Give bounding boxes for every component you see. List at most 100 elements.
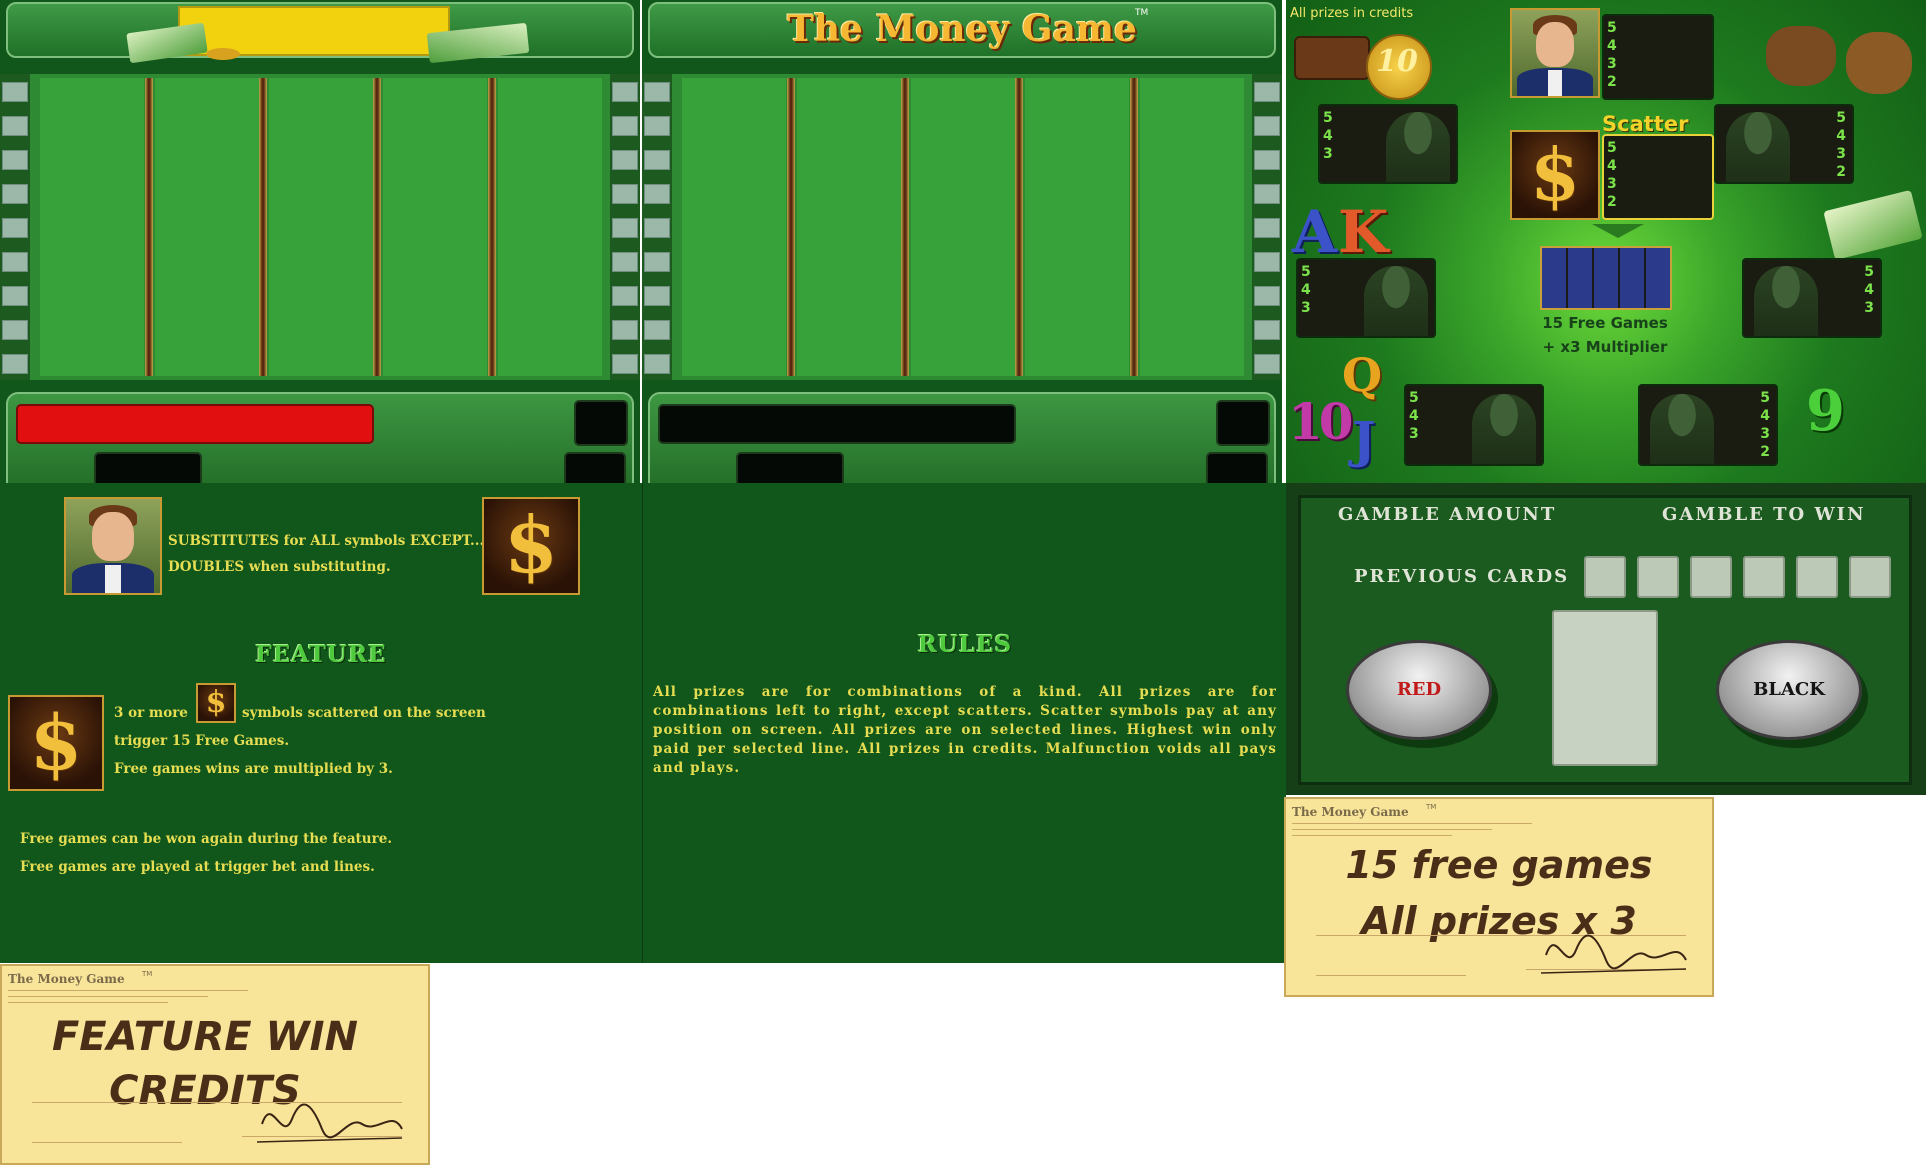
gamble-to-win-label: GAMBLE TO WIN xyxy=(1662,504,1866,525)
slot-panel-left xyxy=(0,0,640,483)
man-silhouette-icon xyxy=(1364,266,1428,336)
letter-j-icon: J xyxy=(1352,410,1376,469)
doubles-text: DOUBLES when substituting. xyxy=(168,559,391,575)
display-box xyxy=(658,404,1016,444)
cash-stack-icon xyxy=(126,22,208,64)
reel-5 xyxy=(498,78,602,376)
free-games-text: 15 Free Games xyxy=(1542,314,1668,332)
gamble-amount-label: GAMBLE AMOUNT xyxy=(1338,504,1557,525)
dollar-bag-icon xyxy=(1846,32,1912,94)
reel-1 xyxy=(40,78,144,376)
slot-panel-right: The Money Game TM xyxy=(642,0,1282,483)
reel-separator xyxy=(1130,78,1138,376)
win-meter xyxy=(16,404,374,444)
trademark-mark: TM xyxy=(1426,803,1437,811)
black-button[interactable]: BLACK xyxy=(1716,640,1862,740)
previous-card-slot xyxy=(1690,556,1732,598)
top-bar-title: The Money Game TM xyxy=(648,2,1276,58)
top-bar-left xyxy=(6,2,634,64)
bottom-bar-right xyxy=(648,392,1276,483)
reel-separator xyxy=(145,78,153,376)
letter-nine-icon: 9 xyxy=(1806,378,1845,444)
red-button[interactable]: RED xyxy=(1346,640,1492,740)
pay-box-left-bottom: 543 xyxy=(1404,384,1544,466)
reel-5 xyxy=(1140,78,1244,376)
feature-text-a: 3 or more xyxy=(114,705,188,721)
trademark-mark: TM xyxy=(1135,8,1149,18)
wallet-icon xyxy=(1294,36,1370,80)
reel-separator xyxy=(373,78,381,376)
dollar-small-icon: $ xyxy=(196,683,236,723)
feature-text-b: symbols scattered on the screen xyxy=(242,705,486,721)
trademark-mark: TM xyxy=(142,970,153,978)
reel-4 xyxy=(383,78,487,376)
display-box xyxy=(1206,452,1268,483)
free-games-card: The Money Game TM 15 free games All priz… xyxy=(1284,797,1714,997)
reel-2 xyxy=(155,78,259,376)
gold-coins-icon xyxy=(206,48,240,60)
signature-icon xyxy=(256,1103,403,1143)
letter-k-icon: K xyxy=(1338,198,1389,266)
reel-2 xyxy=(797,78,901,376)
display-box xyxy=(94,452,202,483)
display-box xyxy=(736,452,844,483)
display-box xyxy=(564,452,626,483)
feature-text-e: Free games can be won again during the f… xyxy=(20,831,393,847)
feature-win-card: The Money Game TM FEATURE WIN CREDITS xyxy=(0,964,430,1165)
feature-info-panel: SUBSTITUTES for ALL symbols EXCEPT... DO… xyxy=(0,483,642,963)
bottom-bar-left xyxy=(6,392,634,483)
arrow-down-icon xyxy=(1592,224,1644,238)
pay-box-right-mid: 543 xyxy=(1742,258,1882,338)
reel-separator xyxy=(488,78,496,376)
pay-box-right-bottom: 5432 xyxy=(1638,384,1778,466)
pay-box-right-top: 5432 xyxy=(1714,104,1854,184)
letter-a-icon: A xyxy=(1292,198,1338,266)
display-box xyxy=(574,400,628,446)
paytable: All prizes in credits 10 5 4 3 2 Scatter… xyxy=(1286,0,1926,483)
cash-bundle-icon xyxy=(1823,189,1923,261)
man-pay-box: 5 4 3 2 xyxy=(1602,14,1714,100)
rules-panel: RULES All prizes are for combinations of… xyxy=(642,483,1286,963)
previous-card-slot xyxy=(1849,556,1891,598)
prizes-note: All prizes in credits xyxy=(1290,6,1414,21)
man-silhouette-icon xyxy=(1726,112,1790,182)
reel-separator xyxy=(1015,78,1023,376)
previous-cards-label: PREVIOUS CARDS xyxy=(1354,566,1570,587)
dollar-scatter-icon: $ xyxy=(8,695,104,791)
previous-card-slot xyxy=(1796,556,1838,598)
feature-heading: FEATURE xyxy=(255,641,387,668)
previous-card-slot xyxy=(1743,556,1785,598)
reel-separator xyxy=(259,78,267,376)
man-symbol-icon xyxy=(1510,8,1600,98)
reel-1 xyxy=(682,78,786,376)
feature-win-line1: FEATURE WIN xyxy=(51,1014,359,1060)
man-symbol-icon xyxy=(64,497,162,595)
rules-text: All prizes are for combinations of a kin… xyxy=(653,684,1277,776)
reel-3 xyxy=(269,78,373,376)
brand-label: The Money Game xyxy=(8,972,125,986)
rules-heading: RULES xyxy=(917,631,1013,658)
man-silhouette-icon xyxy=(1754,266,1818,336)
scatter-pay-box: 5 4 3 2 xyxy=(1602,134,1714,220)
money-bag-icon xyxy=(1766,26,1836,86)
free-games-line1: 15 free games xyxy=(1345,843,1653,887)
signature-icon xyxy=(1540,934,1687,974)
reel-ladder-right xyxy=(610,74,640,380)
dollar-scatter-icon: $ xyxy=(1510,130,1600,220)
coin-value: 10 xyxy=(1376,44,1418,79)
current-card xyxy=(1552,610,1658,766)
feature-text-d: Free games wins are multiplied by 3. xyxy=(114,761,393,777)
previous-card-slot xyxy=(1637,556,1679,598)
substitutes-text: SUBSTITUTES for ALL symbols EXCEPT... xyxy=(168,533,485,549)
reel-ladder-right xyxy=(1252,74,1282,380)
previous-card-slot xyxy=(1584,556,1626,598)
man-silhouette-icon xyxy=(1472,394,1536,464)
man-silhouette-icon xyxy=(1386,112,1450,182)
feature-text-f: Free games are played at trigger bet and… xyxy=(20,859,375,875)
letter-ten-icon: 10 xyxy=(1288,392,1354,451)
brand-label: The Money Game xyxy=(1292,805,1409,819)
display-box xyxy=(1216,400,1270,446)
reel-ladder-left xyxy=(0,74,30,380)
multiplier-text: + x3 Multiplier xyxy=(1542,338,1668,356)
reel-separator xyxy=(787,78,795,376)
